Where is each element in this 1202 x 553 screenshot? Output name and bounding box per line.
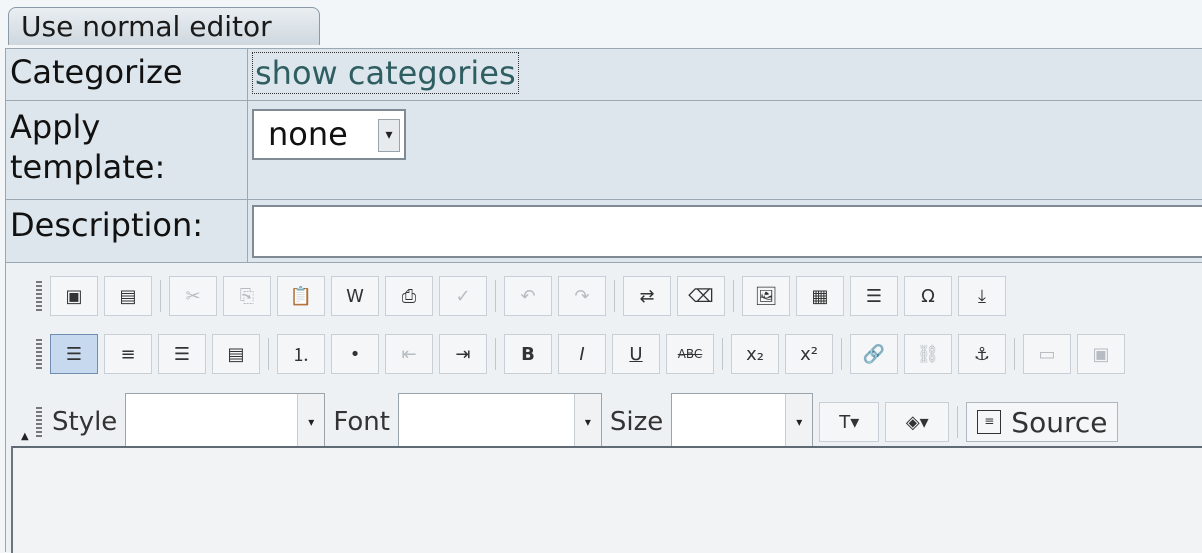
redo-icon[interactable]: ↷ (558, 276, 606, 316)
source-button[interactable]: ≡ Source (966, 402, 1119, 442)
dropdown-arrow-icon[interactable]: ▾ (573, 394, 601, 450)
indent-icon[interactable]: ⇥ (439, 334, 487, 374)
preview-icon[interactable]: ▣ (50, 276, 98, 316)
dropdown-arrow-icon[interactable]: ▾ (785, 394, 813, 450)
show-categories-link[interactable]: show categories (252, 52, 519, 94)
paste-word-icon[interactable]: W (331, 276, 379, 316)
row-divider (247, 101, 248, 200)
copy-icon[interactable]: ⎘ (223, 276, 271, 316)
categorize-row: Categorize show categories (5, 48, 1202, 101)
description-row: Description: (5, 199, 1202, 263)
flash-icon[interactable]: ▭ (1023, 334, 1071, 374)
toolbar-grip (36, 407, 42, 437)
size-combo[interactable]: ▾ (671, 393, 814, 451)
source-icon: ≡ (977, 410, 1002, 434)
background-color-icon[interactable]: ◈▾ (885, 402, 950, 442)
rich-text-editor: ▲ ▣ ▤ ✂ ⎘ 📋 W ⎙ ✓ ↶ ↷ ⇄ ⌫ 🖼 ▦ ☰ Ω ⤓ ☰ ≡ … (5, 262, 1202, 553)
toolbar-row-3: Style ▾ Font ▾ Size ▾ T▾ ◈▾ ≡ Source (36, 393, 1119, 451)
toolbar-grip (36, 281, 42, 311)
apply-template-label: Apply template: (10, 108, 166, 186)
dropdown-arrow-icon[interactable]: ▾ (378, 119, 400, 152)
find-replace-icon[interactable]: ⇄ (623, 276, 671, 316)
image-icon[interactable]: 🖼 (742, 276, 790, 316)
toolbar-row-2: ☰ ≡ ☰ ▤ ⒈ • ⇤ ⇥ B I U ABC x₂ x² 🔗 ⛓ ⚓ ▭ … (36, 334, 1131, 374)
paste-icon[interactable]: 📋 (277, 276, 325, 316)
template-select-value: none (268, 115, 348, 153)
link-icon[interactable]: 🔗 (850, 334, 898, 374)
eraser-icon[interactable]: ⌫ (677, 276, 725, 316)
toolbar-divider (268, 338, 269, 370)
align-left-icon[interactable]: ☰ (50, 334, 98, 374)
toolbar-divider (722, 338, 723, 370)
toolbar-divider (1014, 338, 1015, 370)
size-label: Size (609, 407, 664, 437)
template-select[interactable]: none ▾ (252, 109, 406, 160)
unlink-icon[interactable]: ⛓ (904, 334, 952, 374)
toolbar-divider (957, 406, 959, 438)
toolbar-row-1: ▣ ▤ ✂ ⎘ 📋 W ⎙ ✓ ↶ ↷ ⇄ ⌫ 🖼 ▦ ☰ Ω ⤓ (36, 276, 1012, 316)
description-label: Description: (10, 206, 204, 244)
outdent-icon[interactable]: ⇤ (385, 334, 433, 374)
align-center-icon[interactable]: ≡ (104, 334, 152, 374)
row-divider (247, 200, 248, 263)
unordered-list-icon[interactable]: • (331, 334, 379, 374)
toolbar-divider (733, 280, 734, 312)
description-input[interactable] (252, 205, 1202, 258)
style-combo[interactable]: ▾ (125, 393, 326, 451)
ordered-list-icon[interactable]: ⒈ (277, 334, 325, 374)
use-normal-editor-tab[interactable]: Use normal editor (8, 7, 320, 45)
print-icon[interactable]: ⎙ (385, 276, 433, 316)
template-icon[interactable]: ▤ (104, 276, 152, 316)
italic-icon[interactable]: I (558, 334, 606, 374)
toolbar-divider (495, 338, 496, 370)
row-divider (247, 49, 248, 101)
editor-content-area[interactable] (11, 446, 1202, 553)
special-char-icon[interactable]: Ω (904, 276, 952, 316)
horizontal-rule-icon[interactable]: ☰ (850, 276, 898, 316)
toolbar-grip (36, 339, 42, 369)
categorize-label: Categorize (10, 53, 183, 91)
dropdown-arrow-icon[interactable]: ▾ (297, 394, 325, 450)
template-row: Apply template: none ▾ (5, 100, 1202, 200)
superscript-icon[interactable]: x² (785, 334, 833, 374)
subscript-icon[interactable]: x₂ (731, 334, 779, 374)
underline-icon[interactable]: U (612, 334, 660, 374)
anchor-icon[interactable]: ⚓ (958, 334, 1006, 374)
iframe-icon[interactable]: ▣ (1077, 334, 1125, 374)
page-break-icon[interactable]: ⤓ (958, 276, 1006, 316)
toolbar-divider (841, 338, 842, 370)
font-label: Font (333, 407, 390, 437)
bold-icon[interactable]: B (504, 334, 552, 374)
spellcheck-icon[interactable]: ✓ (439, 276, 487, 316)
collapse-toolbar-icon[interactable]: ▲ (21, 431, 29, 442)
text-color-icon[interactable]: T▾ (819, 402, 880, 442)
align-right-icon[interactable]: ☰ (158, 334, 206, 374)
toolbar-divider (614, 280, 615, 312)
style-label: Style (52, 407, 118, 437)
undo-icon[interactable]: ↶ (504, 276, 552, 316)
justify-icon[interactable]: ▤ (212, 334, 260, 374)
font-combo[interactable]: ▾ (397, 393, 602, 451)
toolbar-divider (495, 280, 496, 312)
cut-icon[interactable]: ✂ (169, 276, 217, 316)
table-icon[interactable]: ▦ (796, 276, 844, 316)
source-label: Source (1011, 405, 1108, 439)
toolbar-divider (160, 280, 161, 312)
strikethrough-icon[interactable]: ABC (666, 334, 714, 374)
